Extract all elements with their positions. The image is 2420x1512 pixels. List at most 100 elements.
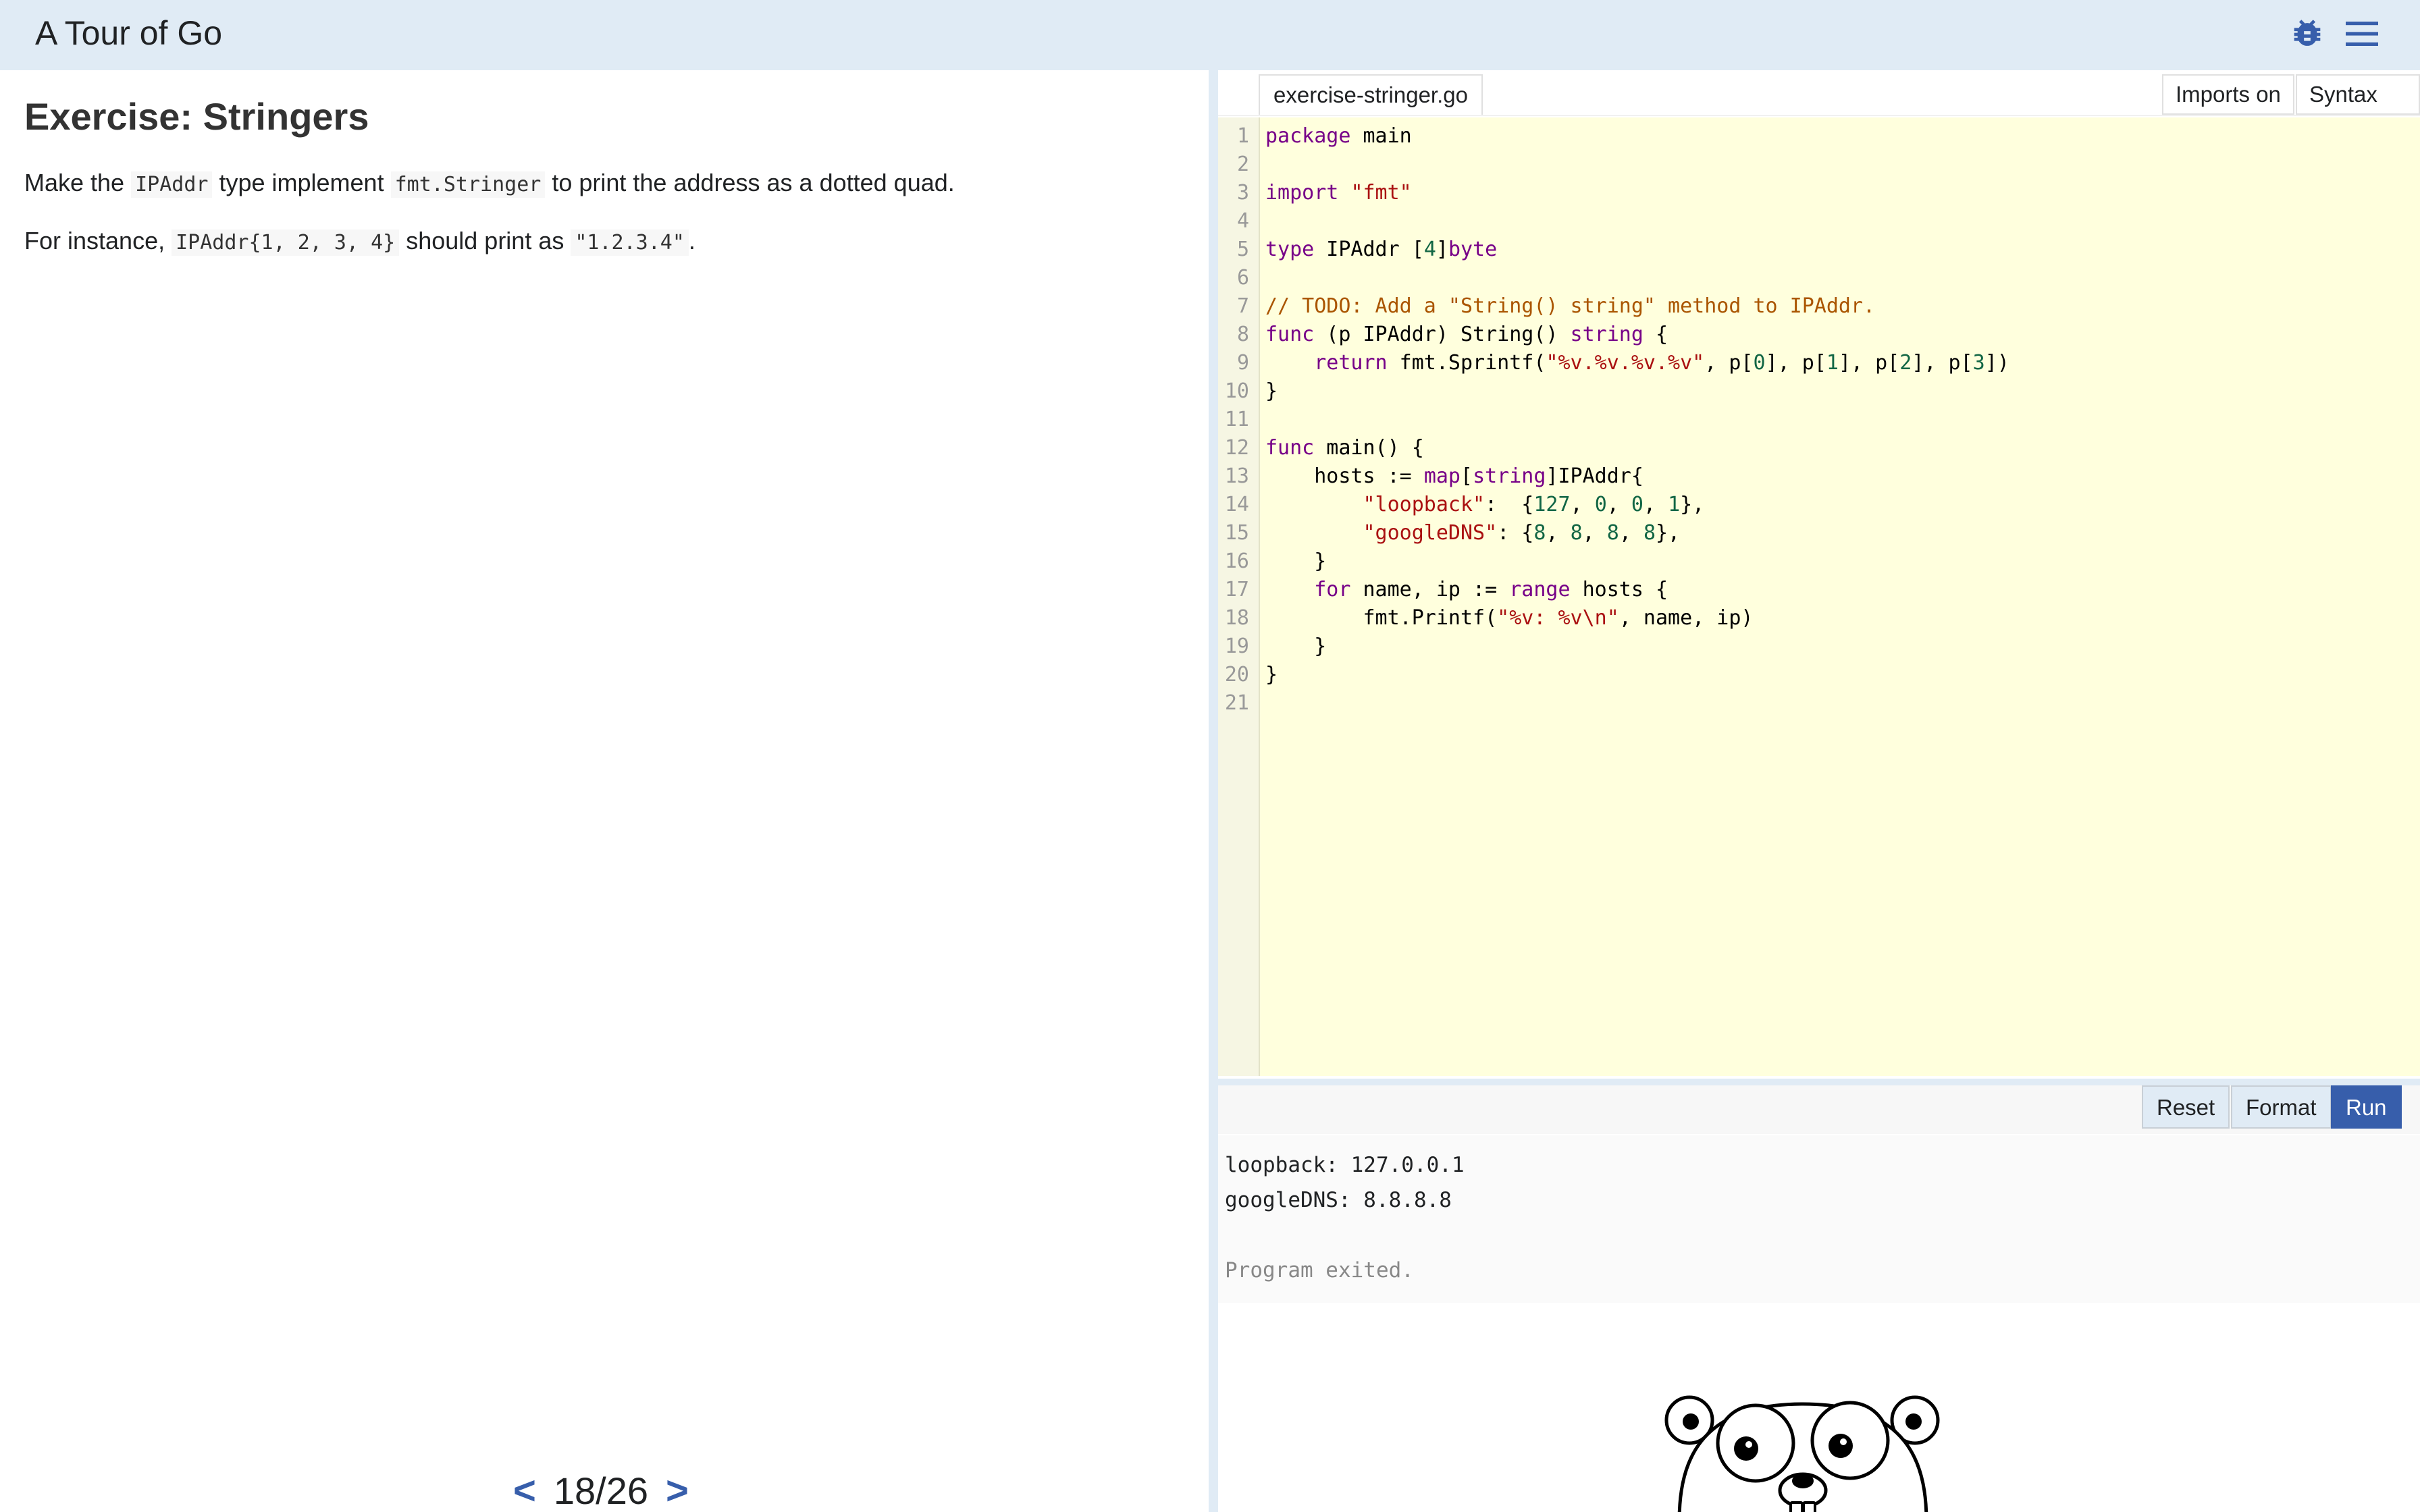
code-line[interactable]: fmt.Printf("%v: %v\n", name, ip) xyxy=(1265,606,1753,630)
next-page-button[interactable]: > xyxy=(666,1468,689,1512)
code-line[interactable]: for name, ip := range hosts { xyxy=(1265,578,1668,601)
code-token: return xyxy=(1314,351,1388,375)
lesson-paragraph-1: Make the IPAddr type implement fmt.Strin… xyxy=(24,169,955,198)
line-number: 15 xyxy=(1224,521,1249,545)
run-button[interactable]: Run xyxy=(2331,1085,2402,1129)
code-line[interactable]: // TODO: Add a "String() string" method … xyxy=(1265,294,1875,318)
code-token: hosts := xyxy=(1265,464,1424,488)
gopher-area xyxy=(1218,1303,2420,1512)
code-line[interactable]: "googleDNS": {8, 8, 8, 8}, xyxy=(1265,521,1681,545)
code-token: ]IPAddr{ xyxy=(1546,464,1643,488)
code-line[interactable]: type IPAddr [4]byte xyxy=(1265,238,1497,261)
output-line: loopback: 127.0.0.1 xyxy=(1225,1153,1465,1177)
text: For instance, xyxy=(24,227,172,254)
imports-toggle-button[interactable]: Imports on xyxy=(2162,74,2294,115)
code-editor[interactable]: 1 2 3 4 5 6 7 8 9 10 11 12 13 14 15 16 17 18 19 20 21 packag… xyxy=(1218,117,2420,1076)
line-number: 11 xyxy=(1224,408,1249,431)
code-token: hosts { xyxy=(1570,578,1668,601)
code-token: , xyxy=(1582,521,1607,545)
code-token: 0 xyxy=(1753,351,1766,375)
code-token: for xyxy=(1314,578,1351,601)
output-line: googleDNS: 8.8.8.8 xyxy=(1225,1188,1452,1212)
hamburger-menu-icon[interactable] xyxy=(2346,20,2378,47)
pager: < 18/26 > xyxy=(513,1463,689,1512)
top-bar: A Tour of Go xyxy=(0,0,2420,70)
text: to print the address as a dotted quad. xyxy=(545,169,955,196)
code-token: func xyxy=(1265,436,1315,460)
code-token: : { xyxy=(1485,493,1534,516)
code-line[interactable]: } xyxy=(1265,663,1278,686)
inline-code: IPAddr xyxy=(131,171,213,198)
code-token: name, ip := xyxy=(1350,578,1510,601)
line-number: 20 xyxy=(1224,663,1249,686)
text: should print as xyxy=(399,227,571,254)
bug-icon[interactable] xyxy=(2288,15,2327,54)
code-token: [ xyxy=(1461,464,1473,488)
line-number: 19 xyxy=(1224,634,1249,658)
page-counter[interactable]: 18/26 xyxy=(554,1469,648,1512)
output-panel: loopback: 127.0.0.1 googleDNS: 8.8.8.8 P… xyxy=(1218,1135,2420,1303)
code-line[interactable]: func main() { xyxy=(1265,436,1424,460)
code-token: ], p[ xyxy=(1838,351,1900,375)
code-line[interactable]: "loopback": {127, 0, 0, 1}, xyxy=(1265,493,1705,516)
code-token: type xyxy=(1265,238,1315,261)
syntax-toggle-button[interactable]: Syntax on xyxy=(2296,74,2420,144)
code-token: byte xyxy=(1448,238,1498,261)
code-token: 8 xyxy=(1606,521,1619,545)
line-number: 13 xyxy=(1224,464,1249,488)
code-line[interactable]: func (p IPAddr) String() string { xyxy=(1265,323,1668,346)
code-token: // TODO: Add a "String() string" method … xyxy=(1265,294,1876,318)
code-line[interactable]: import "fmt" xyxy=(1265,181,1412,205)
app-title[interactable]: A Tour of Go xyxy=(35,14,222,53)
code-token: 0 xyxy=(1631,493,1643,516)
line-number: 18 xyxy=(1224,606,1249,630)
code-token: } xyxy=(1265,549,1327,573)
code-token: 1 xyxy=(1826,351,1839,375)
line-number: 2 xyxy=(1236,153,1249,176)
format-button[interactable]: Format xyxy=(2231,1085,2332,1129)
code-token: ], p[ xyxy=(1765,351,1826,375)
code-token: import xyxy=(1265,181,1339,205)
code-token: fmt.Printf( xyxy=(1265,606,1498,630)
code-token: ]) xyxy=(1984,351,2009,375)
line-number: 5 xyxy=(1236,238,1249,261)
panel-divider[interactable] xyxy=(1209,70,1218,1512)
code-line[interactable]: hosts := map[string]IPAddr{ xyxy=(1265,464,1643,488)
code-token: fmt.Sprintf( xyxy=(1387,351,1546,375)
code-line[interactable]: package main xyxy=(1265,124,1412,148)
code-line[interactable]: } xyxy=(1265,379,1278,403)
code-token: package xyxy=(1265,124,1351,148)
code-token: "googleDNS" xyxy=(1363,521,1498,545)
code-token: } xyxy=(1265,663,1278,686)
code-token: range xyxy=(1509,578,1571,601)
code-line[interactable]: } xyxy=(1265,549,1326,573)
line-number: 8 xyxy=(1236,323,1249,346)
line-number: 12 xyxy=(1224,436,1249,460)
line-number: 7 xyxy=(1236,294,1249,318)
code-token: string xyxy=(1473,464,1546,488)
file-tab[interactable]: exercise-stringer.go xyxy=(1259,74,1483,115)
line-number: 4 xyxy=(1236,209,1249,233)
code-token: 3 xyxy=(1972,351,1985,375)
line-number: 16 xyxy=(1224,549,1249,573)
code-token: } xyxy=(1265,634,1327,658)
code-token: 8 xyxy=(1643,521,1656,545)
code-line[interactable]: } xyxy=(1265,634,1326,658)
code-token: , xyxy=(1619,521,1643,545)
code-token: ], p[ xyxy=(1912,351,1973,375)
inline-code: fmt.Stringer xyxy=(390,171,546,198)
line-number: 10 xyxy=(1224,379,1249,403)
code-token: main xyxy=(1350,124,1412,148)
text: Make the xyxy=(24,169,132,196)
prev-page-button[interactable]: < xyxy=(513,1468,536,1512)
line-number: 17 xyxy=(1224,578,1249,601)
lesson-title: Exercise: Stringers xyxy=(24,95,369,138)
reset-button[interactable]: Reset xyxy=(2142,1085,2230,1129)
code-line[interactable]: return fmt.Sprintf("%v.%v.%v.%v", p[0], … xyxy=(1265,351,2009,375)
code-token: , xyxy=(1570,493,1595,516)
text: type implement xyxy=(212,169,391,196)
